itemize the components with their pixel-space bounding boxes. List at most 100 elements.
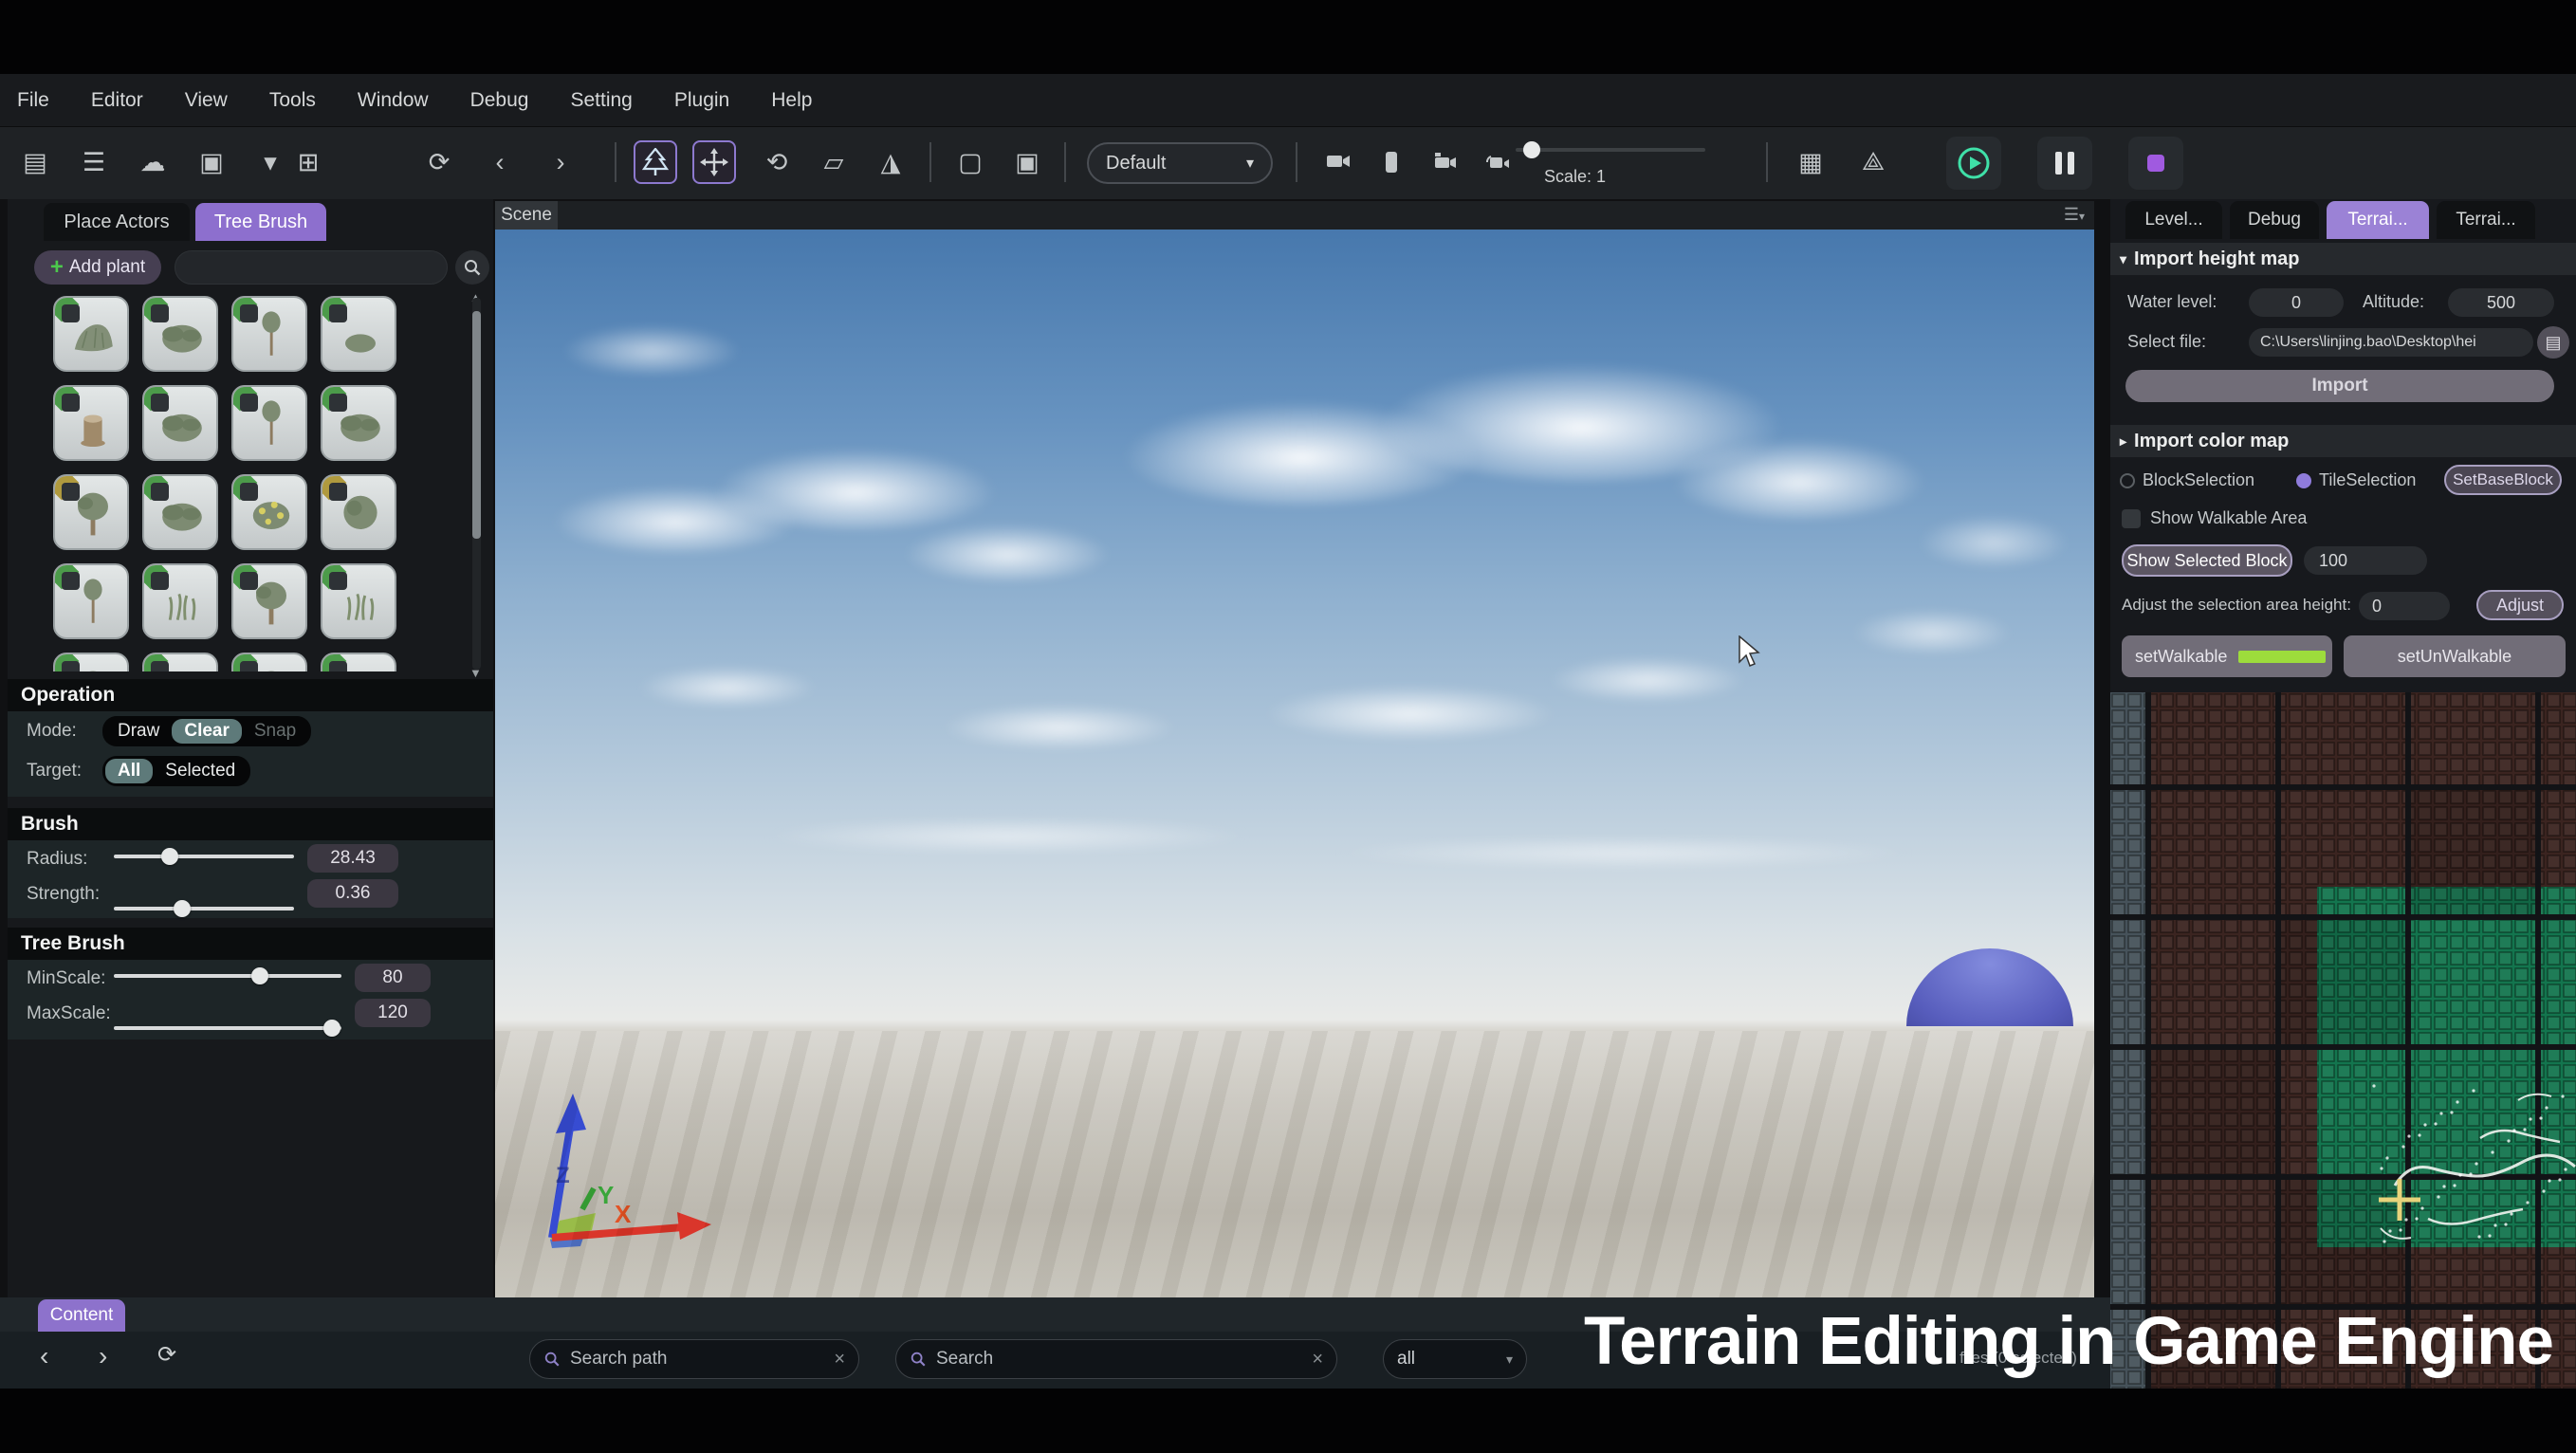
search-icon[interactable] [455, 250, 489, 285]
scene-viewport[interactable]: Scene ☰▾ Y X Z [495, 201, 2094, 1297]
plant-tile-tree[interactable] [53, 474, 129, 550]
scroll-down-icon[interactable]: ▼ [469, 666, 482, 680]
scale-slider-handle[interactable] [1523, 141, 1540, 158]
cloud-icon[interactable]: ☁ [131, 140, 175, 184]
plant-tile-bush[interactable] [142, 296, 218, 372]
mode-option-draw[interactable]: Draw [105, 719, 172, 744]
plant-tile-sapling[interactable] [231, 296, 307, 372]
block-count-input[interactable]: 100 [2304, 546, 2427, 575]
terrain-minimap[interactable] [2110, 692, 2576, 1393]
frame-select-icon[interactable]: ▣ [1005, 140, 1049, 184]
plant-checkbox[interactable] [240, 394, 258, 412]
right-tab-1-debug[interactable]: Debug [2230, 201, 2319, 239]
grid-snap-icon[interactable]: ▦ [1789, 140, 1832, 184]
tile-selection-radio[interactable]: TileSelection [2296, 470, 2416, 490]
plant-tile-bush[interactable] [142, 474, 218, 550]
camera-icon[interactable] [1316, 140, 1360, 184]
menu-item-view[interactable]: View [185, 89, 228, 112]
plant-tile-bush[interactable] [142, 385, 218, 461]
tab-tree-brush[interactable]: Tree Brush [195, 203, 326, 241]
plant-checkbox[interactable] [151, 394, 169, 412]
plant-checkbox[interactable] [151, 483, 169, 501]
plant-tile-tree[interactable] [231, 563, 307, 639]
minscale-slider-handle[interactable] [251, 967, 268, 984]
plant-checkbox[interactable] [151, 304, 169, 322]
tree-brush-tool-button[interactable] [634, 140, 677, 184]
right-tab-2-terrai[interactable]: Terrai... [2327, 201, 2429, 239]
nav-back-icon[interactable]: ‹ [40, 1341, 48, 1371]
target-option-selected[interactable]: Selected [153, 759, 248, 783]
mode-option-snap[interactable]: Snap [242, 719, 308, 744]
plant-tile-grass[interactable] [142, 563, 218, 639]
plant-tile-shrub[interactable] [53, 296, 129, 372]
maxscale-slider[interactable] [114, 1020, 341, 1037]
plant-checkbox[interactable] [240, 304, 258, 322]
plant-checkbox[interactable] [329, 304, 347, 322]
plant-checkbox[interactable] [240, 483, 258, 501]
plant-tile-bush[interactable] [142, 653, 218, 671]
set-walkable-button[interactable]: setWalkable [2122, 635, 2332, 677]
plant-checkbox[interactable] [329, 394, 347, 412]
water-level-input[interactable]: 0 [2249, 288, 2344, 317]
plant-tile-bush[interactable] [321, 653, 396, 671]
right-tab-0-level[interactable]: Level... [2125, 201, 2222, 239]
maxscale-slider-handle[interactable] [323, 1020, 340, 1037]
show-walkable-checkbox[interactable]: Show Walkable Area [2122, 508, 2307, 528]
radius-slider-handle[interactable] [161, 848, 178, 865]
plant-tile-tree[interactable] [231, 653, 307, 671]
back-icon[interactable]: ‹ [478, 140, 522, 184]
plant-checkbox[interactable] [151, 661, 169, 671]
scrollbar-thumb[interactable] [472, 311, 481, 539]
plant-checkbox[interactable] [151, 572, 169, 590]
pause-button[interactable] [2037, 137, 2092, 190]
menu-item-tools[interactable]: Tools [269, 89, 316, 112]
plant-search-input[interactable] [175, 250, 448, 285]
radius-slider[interactable] [114, 848, 294, 865]
plant-checkbox[interactable] [240, 572, 258, 590]
refresh-icon[interactable]: ⟳ [157, 1341, 176, 1369]
nav-forward-icon[interactable]: › [99, 1341, 107, 1371]
outline-list-icon[interactable]: ☰ [72, 140, 116, 184]
gizmo-settings-icon[interactable]: ⟁ [1851, 140, 1895, 184]
sync-icon[interactable]: ⟳ [417, 140, 461, 184]
plant-tile-small-bush[interactable] [321, 296, 396, 372]
plant-tile-sapling[interactable] [231, 385, 307, 461]
plant-grid-scrollbar[interactable] [472, 298, 481, 670]
menu-item-file[interactable]: File [17, 89, 49, 112]
tab-place-actors[interactable]: Place Actors [44, 203, 190, 241]
forward-icon[interactable]: › [539, 140, 582, 184]
plant-checkbox[interactable] [329, 572, 347, 590]
plant-tile-bush[interactable] [321, 385, 396, 461]
plant-checkbox[interactable] [62, 572, 80, 590]
open-scene-icon[interactable]: ▤ [13, 140, 57, 184]
scene-render[interactable]: Y X Z [495, 230, 2094, 1297]
block-selection-radio[interactable]: BlockSelection [2120, 470, 2254, 490]
show-selected-block-button[interactable]: Show Selected Block [2122, 544, 2292, 577]
right-tab-3-terrai[interactable]: Terrai... [2437, 201, 2535, 239]
target-option-all[interactable]: All [105, 759, 153, 783]
file-path-input[interactable]: C:\Users\linjing.bao\Desktop\hei [2249, 328, 2533, 357]
plant-checkbox[interactable] [62, 661, 80, 671]
menu-item-window[interactable]: Window [358, 89, 429, 112]
menu-item-plugin[interactable]: Plugin [674, 89, 729, 112]
search-input[interactable]: Search × [895, 1339, 1337, 1379]
adjust-height-input[interactable]: 0 [2359, 592, 2450, 620]
add-document-icon[interactable]: ⊞ [286, 140, 330, 184]
menu-item-setting[interactable]: Setting [570, 89, 632, 112]
altitude-input[interactable]: 500 [2448, 288, 2554, 317]
adjust-button[interactable]: Adjust [2476, 590, 2564, 620]
plant-tile-stump[interactable] [53, 385, 129, 461]
plant-tile-sapling[interactable] [53, 563, 129, 639]
plant-checkbox[interactable] [329, 483, 347, 501]
plant-checkbox[interactable] [62, 483, 80, 501]
set-base-block-button[interactable]: SetBaseBlock [2444, 465, 2562, 495]
browse-file-icon[interactable]: ▤ [2537, 326, 2569, 359]
menu-item-debug[interactable]: Debug [470, 89, 529, 112]
clear-search-icon[interactable]: × [1312, 1349, 1323, 1370]
rotate-tool-icon[interactable]: ⟲ [755, 140, 799, 184]
play-button[interactable] [1946, 137, 2001, 190]
plant-tile-round-bush[interactable] [321, 474, 396, 550]
stop-button[interactable] [2128, 137, 2183, 190]
import-height-map-header[interactable]: ▾ Import height map [2110, 243, 2576, 275]
import-button[interactable]: Import [2125, 370, 2554, 402]
